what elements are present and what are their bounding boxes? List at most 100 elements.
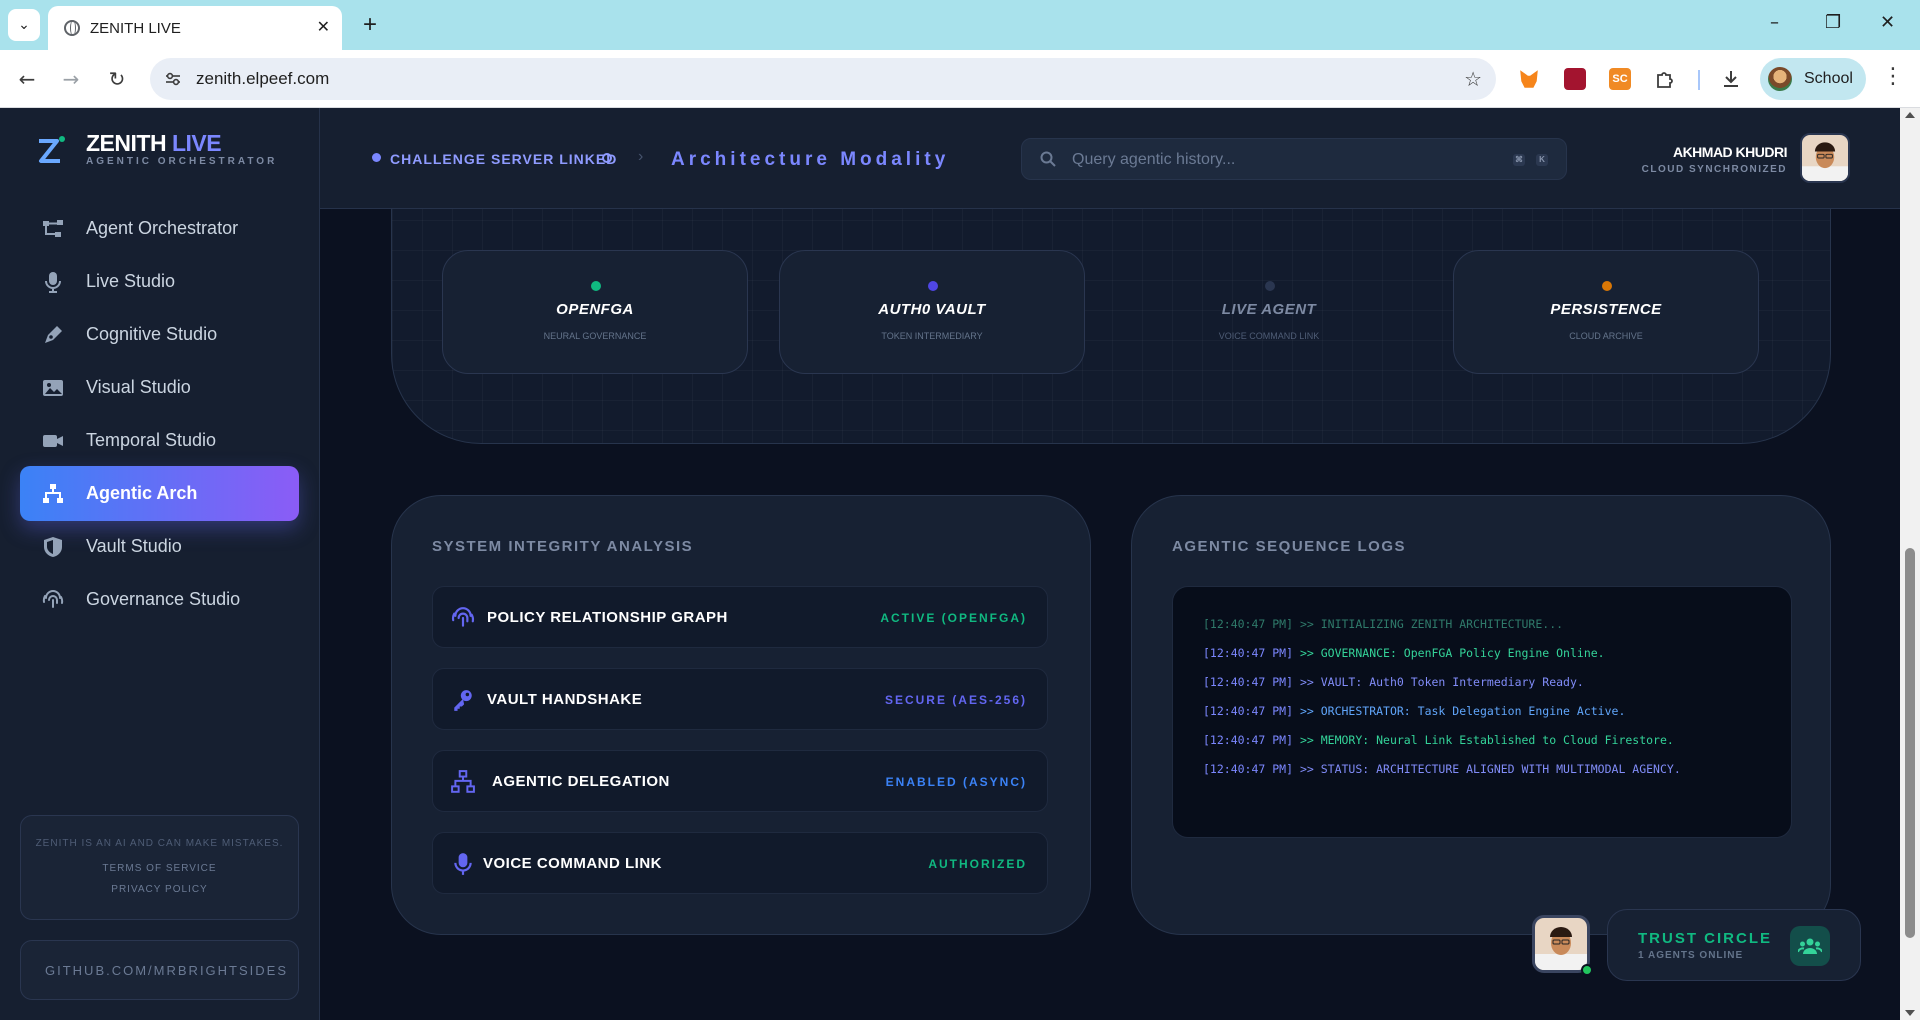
sc-extension-icon[interactable]: SC: [1609, 68, 1631, 90]
tab-title: ZENITH LIVE: [90, 20, 181, 37]
integrity-row[interactable]: POLICY RELATIONSHIP GRAPH ACTIVE (OPENFG…: [432, 586, 1048, 648]
trust-circle-button[interactable]: TRUST CIRCLE 1 AGENTS ONLINE: [1607, 909, 1861, 981]
minimize-icon[interactable]: –: [1770, 12, 1779, 33]
user-sync-status: CLOUD SYNCHRONIZED: [1641, 164, 1787, 175]
microphone-icon: [454, 853, 472, 875]
trust-agent-avatar[interactable]: [1532, 915, 1590, 973]
browser-toolbar: ← → ↻ zenith.elpeef.com ☆ SC School ⋮: [0, 50, 1920, 108]
globe-icon: [64, 20, 80, 36]
address-bar[interactable]: zenith.elpeef.com ☆: [150, 58, 1496, 100]
forward-arrow-icon[interactable]: →: [56, 64, 86, 94]
site-settings-icon[interactable]: [164, 70, 182, 88]
fingerprint-icon: [451, 607, 475, 627]
node-status-dot: [591, 281, 601, 291]
system-integrity-card: SYSTEM INTEGRITY ANALYSIS POLICY RELATIO…: [391, 495, 1091, 935]
integrity-row[interactable]: VAULT HANDSHAKE SECURE (AES-256): [432, 668, 1048, 730]
browser-tab-strip: ⌄ ZENITH LIVE ✕ + – ❐ ✕: [0, 0, 1920, 50]
integrity-row[interactable]: VOICE COMMAND LINK AUTHORIZED: [432, 832, 1048, 894]
log-line: [12:40:47 PM] >> MEMORY: Neural Link Est…: [1203, 733, 1674, 747]
integrity-label: POLICY RELATIONSHIP GRAPH: [487, 609, 728, 626]
sitemap-icon: [451, 770, 475, 793]
node-status-dot: [928, 281, 938, 291]
orchestrator-icon: [43, 220, 63, 237]
browser-menu-icon[interactable]: ⋮: [1882, 64, 1904, 89]
avatar[interactable]: [1800, 133, 1850, 183]
metamask-icon[interactable]: [1520, 70, 1538, 88]
new-tab-button[interactable]: +: [354, 9, 386, 41]
sidebar-item-cognitive-studio[interactable]: Cognitive Studio: [20, 307, 299, 362]
architecture-node[interactable]: PERSISTENCE CLOUD ARCHIVE: [1453, 250, 1759, 374]
sidebar-item-label: Agent Orchestrator: [86, 218, 239, 238]
privacy-link[interactable]: PRIVACY POLICY: [21, 884, 298, 895]
sidebar-item-agent-orchestrator[interactable]: Agent Orchestrator: [20, 201, 299, 256]
sequence-logs-card: AGENTIC SEQUENCE LOGS [12:40:47 PM] >> I…: [1131, 495, 1831, 935]
back-arrow-icon[interactable]: ←: [12, 64, 42, 94]
brand-name: ZENITH LIVE: [86, 130, 222, 156]
trust-circle-subtitle: 1 AGENTS ONLINE: [1638, 950, 1744, 961]
profile-button[interactable]: School: [1760, 58, 1866, 100]
download-icon[interactable]: [1720, 68, 1742, 90]
server-status-dot: [372, 153, 381, 162]
ai-disclaimer: ZENITH IS AN AI AND CAN MAKE MISTAKES.: [35, 838, 284, 849]
card-title: SYSTEM INTEGRITY ANALYSIS: [432, 538, 694, 555]
scroll-up-arrow-icon[interactable]: [1905, 112, 1915, 118]
node-title: AUTH0 VAULT: [878, 301, 986, 318]
architecture-node[interactable]: AUTH0 VAULT TOKEN INTERMEDIARY: [779, 250, 1085, 374]
reload-icon[interactable]: ↻: [102, 64, 132, 94]
integrity-status: SECURE (AES-256): [884, 693, 1027, 707]
url-text[interactable]: zenith.elpeef.com: [196, 69, 329, 89]
sidebar-item-visual-studio[interactable]: Visual Studio: [20, 360, 299, 415]
card-title: AGENTIC SEQUENCE LOGS: [1172, 538, 1407, 555]
scroll-down-arrow-icon[interactable]: [1905, 1010, 1915, 1016]
sidebar-item-vault-studio[interactable]: Vault Studio: [20, 519, 299, 574]
app-header: CHALLENGE SERVER LINKED › Architecture M…: [320, 108, 1900, 209]
node-title: LIVE AGENT: [1221, 301, 1317, 318]
node-subtitle: VOICE COMMAND LINK: [1218, 331, 1320, 341]
trust-circle-title: TRUST CIRCLE: [1638, 930, 1772, 947]
terms-link[interactable]: TERMS OF SERVICE: [21, 863, 298, 874]
pen-icon: [45, 326, 62, 343]
integrity-label: VAULT HANDSHAKE: [487, 691, 643, 708]
restore-icon[interactable]: ❐: [1825, 12, 1841, 33]
node-title: PERSISTENCE: [1550, 301, 1662, 318]
video-icon: [43, 435, 63, 447]
sidebar-item-live-studio[interactable]: Live Studio: [20, 254, 299, 309]
integrity-row[interactable]: AGENTIC DELEGATION ENABLED (ASYNC): [432, 750, 1048, 812]
architecture-node[interactable]: OPENFGA NEURAL GOVERNANCE: [442, 250, 748, 374]
log-line: [12:40:47 PM] >> ORCHESTRATOR: Task Dele…: [1203, 704, 1626, 718]
zenith-logo-icon: [39, 136, 65, 163]
node-title: OPENFGA: [556, 301, 634, 318]
tab-close-icon[interactable]: ✕: [317, 17, 330, 36]
github-link-text[interactable]: GITHUB.COM/MRBRIGHTSIDES: [45, 963, 288, 978]
window-close-icon[interactable]: ✕: [1880, 12, 1895, 33]
page-scrollbar[interactable]: [1900, 108, 1920, 1020]
sidebar: ZENITH LIVE AGENTIC ORCHESTRATOR Agent O…: [0, 108, 320, 1020]
browser-tab[interactable]: ZENITH LIVE ✕: [48, 6, 342, 50]
toolbar-divider: [1698, 70, 1700, 90]
puzzle-icon[interactable]: [1654, 68, 1676, 90]
sidebar-item-temporal-studio[interactable]: Temporal Studio: [20, 413, 299, 468]
agent-photo: [1535, 918, 1587, 970]
shortcut-key: ⌘: [1513, 154, 1525, 166]
brand-subtitle: AGENTIC ORCHESTRATOR: [86, 156, 278, 167]
users-icon[interactable]: [1790, 926, 1830, 966]
page-title: Architecture Modality: [671, 149, 950, 170]
sidebar-item-governance-studio[interactable]: Governance Studio: [20, 572, 299, 627]
tab-search-button[interactable]: ⌄: [8, 9, 40, 41]
search-bar[interactable]: ⌘ K: [1021, 138, 1567, 180]
server-status-label: CHALLENGE SERVER LINKED: [390, 151, 618, 167]
sitemap-icon: [43, 484, 63, 503]
microphone-icon: [45, 272, 61, 293]
sidebar-item-label: Temporal Studio: [86, 430, 217, 450]
search-input[interactable]: [1072, 147, 1472, 173]
key-icon: [454, 690, 472, 711]
scroll-thumb[interactable]: [1905, 548, 1915, 938]
sidebar-item-agentic-arch[interactable]: Agentic Arch: [20, 466, 299, 521]
node-status-dot: [1602, 281, 1612, 291]
bookmark-star-icon[interactable]: ☆: [1464, 67, 1482, 91]
github-link[interactable]: GITHUB.COM/MRBRIGHTSIDES: [20, 940, 299, 1000]
mendeley-icon[interactable]: [1564, 68, 1586, 90]
log-line: [12:40:47 PM] >> GOVERNANCE: OpenFGA Pol…: [1203, 646, 1605, 660]
node-subtitle: NEURAL GOVERNANCE: [543, 331, 647, 341]
architecture-node[interactable]: LIVE AGENT VOICE COMMAND LINK: [1116, 250, 1422, 374]
